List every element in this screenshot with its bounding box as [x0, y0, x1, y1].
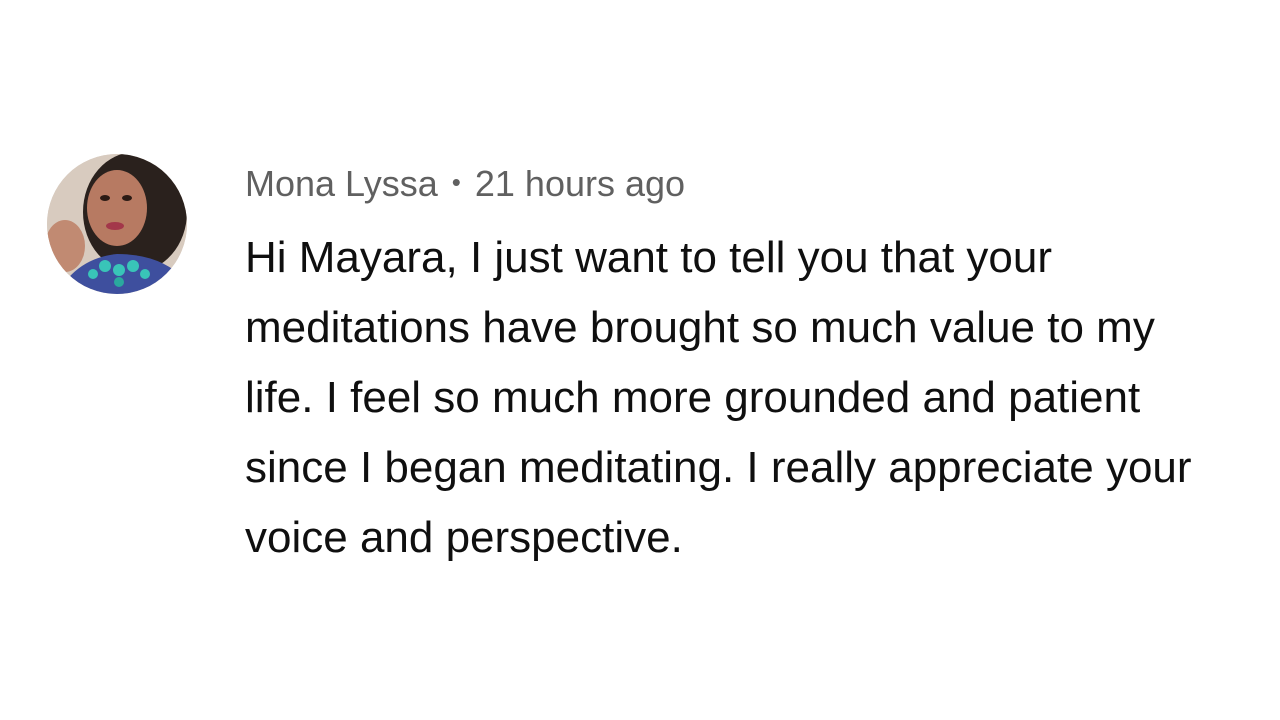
comment-timestamp[interactable]: 21 hours ago [475, 163, 685, 205]
comment-body: Mona Lyssa • 21 hours ago Hi Mayara, I j… [245, 154, 1247, 573]
comment-text: Hi Mayara, I just want to tell you that … [245, 233, 1192, 562]
comment-header: Mona Lyssa • 21 hours ago [245, 160, 1247, 208]
avatar-photo [47, 154, 187, 294]
separator-dot: • [451, 166, 461, 197]
author-name[interactable]: Mona Lyssa [245, 163, 438, 205]
avatar[interactable] [47, 154, 187, 294]
comment: Mona Lyssa • 21 hours ago Hi Mayara, I j… [47, 154, 1247, 573]
